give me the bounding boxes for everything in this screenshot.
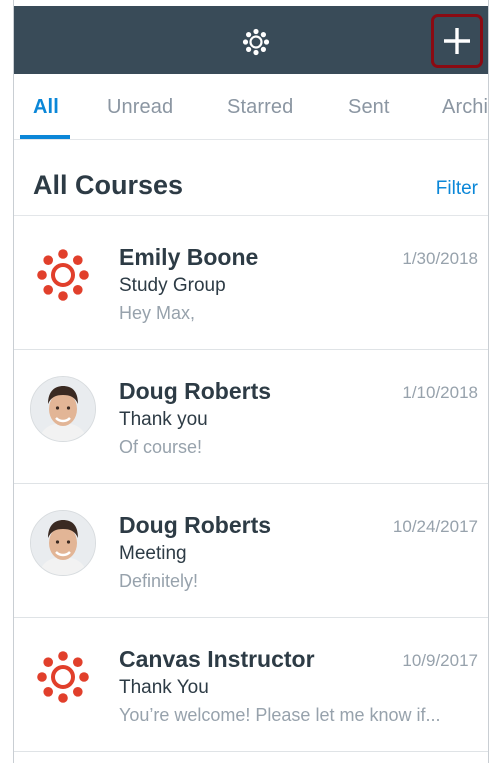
message-subject: Thank you	[119, 409, 208, 430]
message-subject: Study Group	[119, 275, 226, 296]
message-date: 10/24/2017	[392, 517, 478, 536]
message-date: 1/30/2018	[402, 249, 478, 268]
compose-message-button[interactable]	[431, 14, 483, 68]
message-preview: You’re welcome! Please let me know if...	[119, 705, 441, 725]
filter-button[interactable]: Filter	[436, 178, 478, 200]
tab-starred[interactable]: Starred	[227, 96, 293, 119]
message-preview: Hey Max,	[119, 303, 196, 323]
message-date: 1/10/2018	[402, 383, 478, 402]
message-sender: Doug Roberts	[119, 512, 272, 538]
message-row[interactable]: Canvas Instructor Thank You You’re welco…	[14, 618, 488, 752]
message-date: 10/9/2017	[402, 651, 478, 670]
tab-archived[interactable]: Archi	[442, 96, 488, 119]
message-sender: Canvas Instructor	[119, 646, 315, 672]
canvas-logo-icon	[37, 651, 89, 703]
message-row[interactable]: Emily Boone Study Group Hey Max, 1/30/20…	[14, 216, 488, 350]
message-sender: Emily Boone	[119, 244, 259, 270]
message-sender: Doug Roberts	[119, 378, 272, 404]
tab-sent[interactable]: Sent	[348, 96, 390, 119]
tab-all[interactable]: All	[33, 96, 59, 119]
message-preview: Definitely!	[119, 571, 199, 591]
message-preview: Of course!	[119, 437, 203, 457]
inbox-filter-tabs: All Unread Starred Sent Archi	[14, 74, 488, 140]
canvas-logo-icon	[242, 28, 270, 56]
user-photo-icon	[31, 511, 95, 575]
user-avatar	[30, 510, 96, 576]
message-subject: Meeting	[119, 543, 187, 564]
section-title: All Courses	[33, 170, 184, 200]
user-avatar	[30, 376, 96, 442]
user-photo-icon	[31, 377, 95, 441]
course-filter-header: All Courses Filter	[14, 140, 488, 216]
message-subject: Thank You	[119, 677, 209, 698]
inbox-screen: All Unread Starred Sent Archi All Course…	[13, 0, 489, 763]
tab-unread[interactable]: Unread	[107, 96, 173, 119]
active-tab-indicator	[20, 135, 70, 139]
canvas-logo-icon	[37, 249, 89, 301]
plus-icon	[444, 28, 470, 54]
top-navigation-bar	[14, 6, 488, 74]
message-row[interactable]: Doug Roberts Thank you Of course! 1/10/2…	[14, 350, 488, 484]
message-row[interactable]: Doug Roberts Meeting Definitely! 10/24/2…	[14, 484, 488, 618]
